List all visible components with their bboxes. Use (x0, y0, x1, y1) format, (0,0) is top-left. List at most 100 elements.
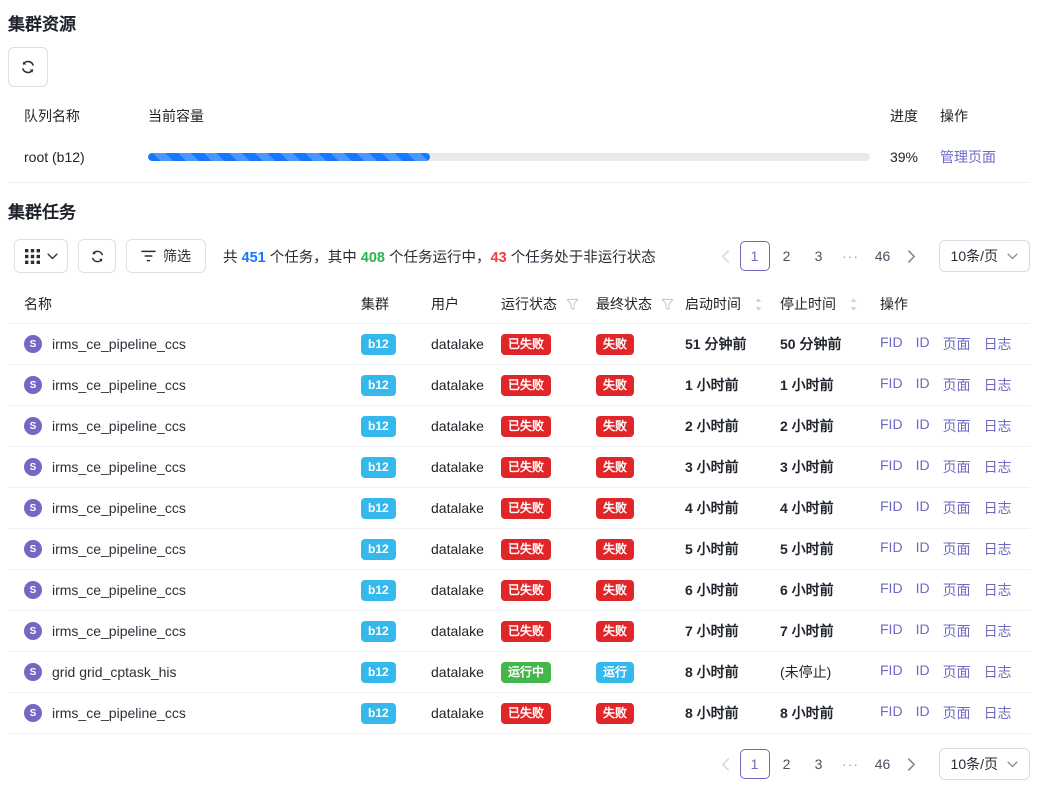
chevron-down-icon (1007, 761, 1018, 768)
avatar: S (24, 581, 42, 599)
run-status-badge: 已失败 (501, 375, 551, 396)
row-action-页面[interactable]: 页面 (943, 703, 971, 723)
cluster-tasks-title: 集群任务 (8, 203, 1030, 223)
row-action-ID[interactable]: ID (916, 580, 930, 600)
row-action-页面[interactable]: 页面 (943, 334, 971, 354)
manage-page-link[interactable]: 管理页面 (940, 149, 996, 165)
row-action-FID[interactable]: FID (880, 703, 903, 723)
row-action-ID[interactable]: ID (916, 375, 930, 395)
row-action-FID[interactable]: FID (880, 416, 903, 436)
row-action-ID[interactable]: ID (916, 334, 930, 354)
row-action-FID[interactable]: FID (880, 334, 903, 354)
progress-bar (148, 153, 870, 161)
pagination-bottom: 1 2 3 ··· 46 10条/页 (8, 748, 1030, 780)
row-action-日志[interactable]: 日志 (984, 580, 1012, 600)
cluster-badge: b12 (361, 580, 396, 601)
progress-value: 39% (870, 149, 918, 165)
row-action-ID[interactable]: ID (916, 621, 930, 641)
page-ellipsis[interactable]: ··· (836, 749, 866, 779)
page-button-2[interactable]: 2 (772, 241, 802, 271)
row-action-日志[interactable]: 日志 (984, 662, 1012, 682)
final-status-badge: 运行 (596, 662, 634, 683)
sort-icon[interactable] (754, 297, 763, 312)
row-actions: FID ID 页面日志 (880, 703, 1030, 723)
resources-refresh-button[interactable] (8, 47, 48, 87)
cluster-badge: b12 (361, 662, 396, 683)
task-name-cell: S irms_ce_pipeline_ccs (8, 458, 361, 476)
filter-button[interactable]: 筛选 (126, 239, 206, 273)
start-time: 2 小时前 (685, 416, 780, 436)
filter-funnel-icon[interactable] (661, 298, 674, 311)
cluster-badge: b12 (361, 703, 396, 724)
tasks-refresh-button[interactable] (78, 239, 116, 273)
row-action-FID[interactable]: FID (880, 498, 903, 518)
refresh-icon (90, 249, 105, 264)
row-action-日志[interactable]: 日志 (984, 457, 1012, 477)
cluster-badge: b12 (361, 539, 396, 560)
row-action-日志[interactable]: 日志 (984, 539, 1012, 559)
row-action-ID[interactable]: ID (916, 539, 930, 559)
row-action-页面[interactable]: 页面 (943, 662, 971, 682)
next-page-button[interactable] (899, 749, 925, 779)
filter-funnel-icon[interactable] (566, 298, 579, 311)
page-size-select[interactable]: 10条/页 (939, 240, 1030, 272)
row-actions: FID ID 页面日志 (880, 457, 1030, 477)
running-count: 408 (361, 250, 385, 266)
page-ellipsis[interactable]: ··· (836, 241, 866, 271)
row-action-FID[interactable]: FID (880, 375, 903, 395)
sort-icon[interactable] (849, 297, 858, 312)
row-action-ID[interactable]: ID (916, 703, 930, 723)
user-cell: datalake (431, 377, 501, 393)
row-action-日志[interactable]: 日志 (984, 334, 1012, 354)
row-action-ID[interactable]: ID (916, 457, 930, 477)
row-action-FID[interactable]: FID (880, 539, 903, 559)
page-button-1[interactable]: 1 (740, 749, 770, 779)
row-action-FID[interactable]: FID (880, 457, 903, 477)
avatar: S (24, 417, 42, 435)
pagination-top: 1 2 3 ··· 46 10条/页 (713, 240, 1030, 272)
row-action-日志[interactable]: 日志 (984, 703, 1012, 723)
row-action-ID[interactable]: ID (916, 662, 930, 682)
user-cell: datalake (431, 541, 501, 557)
user-cell: datalake (431, 582, 501, 598)
page-button-1[interactable]: 1 (740, 241, 770, 271)
page-size-select[interactable]: 10条/页 (939, 748, 1030, 780)
stop-time: 8 小时前 (780, 703, 880, 723)
page-button-2[interactable]: 2 (772, 749, 802, 779)
row-action-页面[interactable]: 页面 (943, 498, 971, 518)
page-button-46[interactable]: 46 (868, 241, 898, 271)
run-status-badge: 已失败 (501, 703, 551, 724)
row-action-页面[interactable]: 页面 (943, 375, 971, 395)
col-final-status: 最终状态 (596, 294, 685, 314)
row-action-FID[interactable]: FID (880, 662, 903, 682)
col-user: 用户 (431, 294, 501, 314)
row-action-ID[interactable]: ID (916, 498, 930, 518)
row-action-ID[interactable]: ID (916, 416, 930, 436)
row-action-日志[interactable]: 日志 (984, 621, 1012, 641)
cluster-badge: b12 (361, 621, 396, 642)
task-row: S irms_ce_pipeline_ccs b12 datalake 已失败 … (8, 447, 1030, 488)
prev-page-button[interactable] (713, 241, 739, 271)
row-action-页面[interactable]: 页面 (943, 580, 971, 600)
row-action-FID[interactable]: FID (880, 621, 903, 641)
row-action-页面[interactable]: 页面 (943, 539, 971, 559)
row-action-日志[interactable]: 日志 (984, 498, 1012, 518)
page-button-3[interactable]: 3 (804, 241, 834, 271)
row-actions: FID ID 页面日志 (880, 334, 1030, 354)
next-page-button[interactable] (899, 241, 925, 271)
run-status-badge: 已失败 (501, 539, 551, 560)
row-action-页面[interactable]: 页面 (943, 457, 971, 477)
col-name: 名称 (8, 294, 361, 314)
row-action-日志[interactable]: 日志 (984, 375, 1012, 395)
task-row: S grid grid_cptask_his b12 datalake 运行中 … (8, 652, 1030, 693)
page-button-46[interactable]: 46 (868, 749, 898, 779)
row-action-页面[interactable]: 页面 (943, 416, 971, 436)
column-settings-dropdown[interactable] (14, 239, 68, 273)
page-button-3[interactable]: 3 (804, 749, 834, 779)
row-action-日志[interactable]: 日志 (984, 416, 1012, 436)
row-action-FID[interactable]: FID (880, 580, 903, 600)
prev-page-button[interactable] (713, 749, 739, 779)
row-action-页面[interactable]: 页面 (943, 621, 971, 641)
task-name-cell: S grid grid_cptask_his (8, 663, 361, 681)
task-name: irms_ce_pipeline_ccs (52, 418, 186, 434)
